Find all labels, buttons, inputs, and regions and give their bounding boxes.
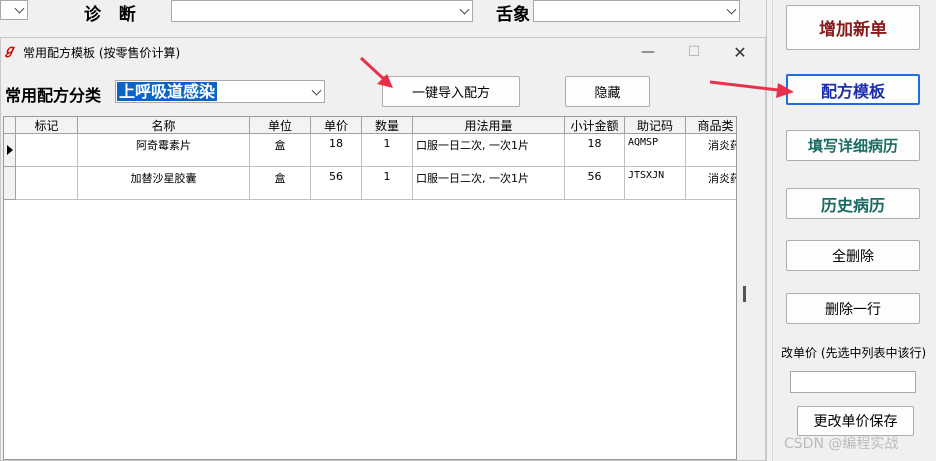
import-template-button[interactable]: 一键导入配方 xyxy=(382,76,520,107)
column-header-category[interactable]: 商品类 xyxy=(686,117,736,134)
history-button[interactable]: 历史病历 xyxy=(786,188,920,219)
table-cell-unit[interactable]: 盒 xyxy=(250,134,311,167)
chevron-down-icon xyxy=(459,4,470,15)
add-order-button[interactable]: 增加新单 xyxy=(786,5,920,50)
category-label: 常用配方分类 xyxy=(5,86,102,105)
panel-divider xyxy=(766,0,767,461)
column-header-unit[interactable]: 单位 xyxy=(250,117,311,134)
fill-history-label: 填写详细病历 xyxy=(807,137,898,155)
chevron-down-icon xyxy=(311,85,322,96)
panel-divider-inner xyxy=(772,0,773,461)
current-row-indicator-icon xyxy=(7,145,13,155)
column-header-qty[interactable]: 数量 xyxy=(362,117,413,134)
table-cell-mark[interactable] xyxy=(16,134,78,167)
red-arrow-annotation xyxy=(709,80,794,98)
column-header-subtotal[interactable]: 小计金额 xyxy=(565,117,625,134)
add-order-label: 增加新单 xyxy=(819,20,887,40)
category-select[interactable]: 上呼吸道感染 xyxy=(115,80,325,103)
diagnosis-label: 诊 断 xyxy=(84,5,136,25)
table-cell-qty[interactable]: 1 xyxy=(362,134,413,167)
diagnosis-bar: 诊 断 舌象 xyxy=(0,0,766,32)
table-cell-code[interactable]: JTSXJN xyxy=(625,167,686,200)
template-button[interactable]: 配方模板 xyxy=(786,74,920,105)
table-cell-unit[interactable]: 盒 xyxy=(250,167,311,200)
column-header-price[interactable]: 单价 xyxy=(311,117,362,134)
fill-history-button[interactable]: 填写详细病历 xyxy=(786,130,920,161)
table-cell-usage[interactable]: 口服一日二次, 一次1片 xyxy=(413,134,565,167)
diagnosis-combo[interactable] xyxy=(171,0,473,22)
save-price-button[interactable]: 更改单价保存 xyxy=(797,406,914,436)
tongue-combo[interactable] xyxy=(533,0,740,22)
chevron-down-icon xyxy=(726,4,737,15)
app-logo-icon: ℊ xyxy=(3,43,17,58)
table-cell-usage[interactable]: 口服一日二次, 一次1片 xyxy=(413,167,565,200)
chevron-down-icon xyxy=(14,3,25,14)
table-cell-category[interactable]: 消炎药 xyxy=(686,167,736,200)
history-label: 历史病历 xyxy=(820,195,885,215)
delete-row-button[interactable]: 删除一行 xyxy=(786,293,920,324)
table-cell-qty[interactable]: 1 xyxy=(362,167,413,200)
minimize-button[interactable]: — xyxy=(625,38,671,66)
template-label: 配方模板 xyxy=(820,81,885,101)
maximize-icon: ☐ xyxy=(687,44,701,60)
table-cell-price[interactable]: 18 xyxy=(311,134,362,167)
table-cell-mark[interactable] xyxy=(16,167,78,200)
column-header-code[interactable]: 助记码 xyxy=(625,117,686,134)
template-window: ℊ 常用配方模板 (按零售价计算) — ☐ ✕ 常用配方分类 上呼吸道感染 一键… xyxy=(0,37,766,461)
table-cell-name[interactable]: 加替沙星胶囊 xyxy=(78,167,250,200)
hide-button[interactable]: 隐藏 xyxy=(565,76,650,107)
table-cell-price[interactable]: 56 xyxy=(311,167,362,200)
column-header-usage[interactable]: 用法用量 xyxy=(413,117,565,134)
column-header-name[interactable]: 名称 xyxy=(78,117,250,134)
table-cell-name[interactable]: 阿奇霉素片 xyxy=(78,134,250,167)
delete-all-button[interactable]: 全删除 xyxy=(786,240,920,271)
watermark: CSDN @编程实战 xyxy=(784,436,899,452)
close-icon: ✕ xyxy=(733,42,747,62)
minimize-icon: — xyxy=(641,44,655,60)
row-header[interactable] xyxy=(4,134,16,167)
left-partial-combo[interactable] xyxy=(0,0,28,20)
maximize-button[interactable]: ☐ xyxy=(671,38,717,66)
column-header-mark[interactable]: 标记 xyxy=(16,117,78,134)
row-header-corner xyxy=(4,117,16,134)
red-arrow-annotation xyxy=(359,56,393,88)
template-grid[interactable]: 标记 名称 单位 单价 数量 用法用量 小计金额 助记码 商品类 阿奇霉素片 盒… xyxy=(3,116,737,460)
price-input[interactable] xyxy=(790,371,916,393)
category-selected-value: 上呼吸道感染 xyxy=(117,82,218,101)
splitter-handle[interactable] xyxy=(743,286,746,302)
table-cell-code[interactable]: AQMSP xyxy=(625,134,686,167)
window-title: 常用配方模板 (按零售价计算) xyxy=(23,46,181,60)
row-header[interactable] xyxy=(4,167,16,200)
table-cell-category[interactable]: 消炎药 xyxy=(686,134,736,167)
table-cell-subtotal[interactable]: 56 xyxy=(565,167,625,200)
close-button[interactable]: ✕ xyxy=(717,38,763,66)
tongue-label: 舌象 xyxy=(496,5,530,25)
price-change-label: 改单价 (先选中列表中该行) xyxy=(781,346,927,360)
table-cell-subtotal[interactable]: 18 xyxy=(565,134,625,167)
